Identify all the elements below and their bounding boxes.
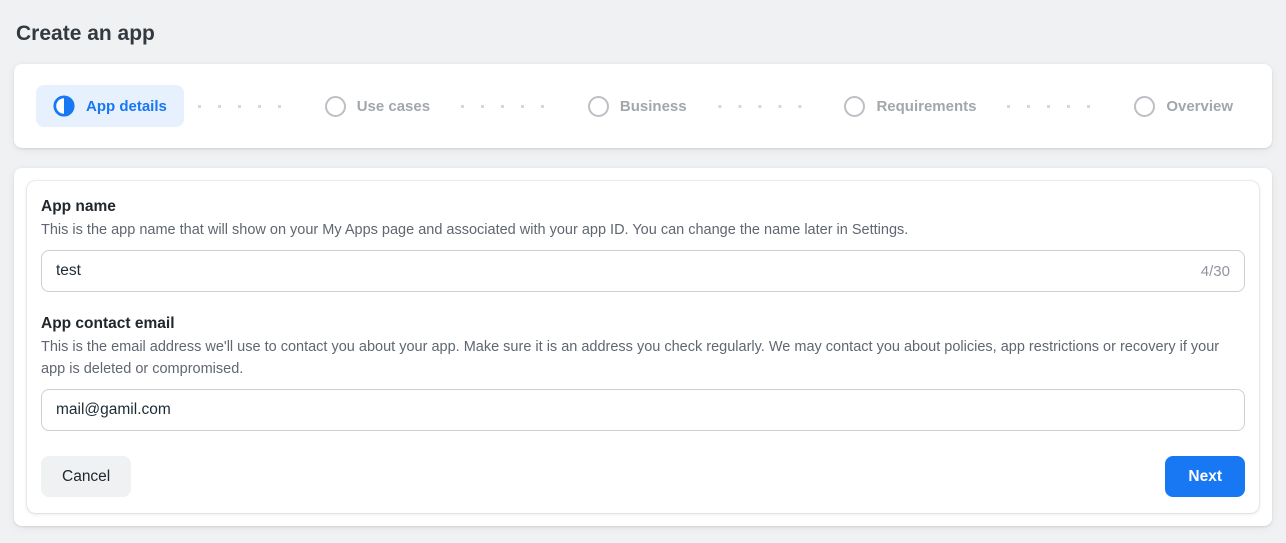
form-footer: Cancel Next	[41, 456, 1245, 497]
create-app-page: Create an app App details Use cases	[0, 0, 1286, 526]
page-title: Create an app	[14, 0, 1272, 64]
step-business[interactable]: Business	[571, 86, 704, 127]
app-name-field-group: App name This is the app name that will …	[41, 198, 1245, 292]
app-name-input-wrap[interactable]: 4/30	[41, 250, 1245, 292]
step-connector	[1007, 105, 1103, 108]
step-requirements-pill[interactable]: Requirements	[827, 86, 993, 127]
step-label: App details	[86, 98, 167, 115]
step-connector	[461, 105, 557, 108]
step-label: Requirements	[876, 98, 976, 115]
app-name-char-counter: 4/30	[1189, 263, 1230, 280]
contact-email-field-group: App contact email This is the email addr…	[41, 315, 1245, 431]
cancel-button[interactable]: Cancel	[41, 456, 131, 497]
step-business-pill[interactable]: Business	[571, 86, 704, 127]
step-use-cases-pill[interactable]: Use cases	[308, 86, 447, 127]
stepper: App details Use cases Business	[36, 85, 1250, 127]
empty-circle-icon	[844, 96, 865, 117]
app-details-form: App name This is the app name that will …	[27, 181, 1259, 513]
step-requirements[interactable]: Requirements	[827, 86, 993, 127]
step-connector	[718, 105, 814, 108]
stepper-card: App details Use cases Business	[14, 64, 1272, 148]
step-label: Overview	[1166, 98, 1233, 115]
contact-email-input-wrap[interactable]	[41, 389, 1245, 431]
step-overview-pill[interactable]: Overview	[1117, 86, 1250, 127]
app-details-card: App name This is the app name that will …	[14, 168, 1272, 526]
step-label: Use cases	[357, 98, 430, 115]
step-label: Business	[620, 98, 687, 115]
contact-email-input[interactable]	[56, 401, 1230, 419]
step-app-details[interactable]: App details	[36, 85, 184, 127]
empty-circle-icon	[1134, 96, 1155, 117]
empty-circle-icon	[588, 96, 609, 117]
app-name-label: App name	[41, 198, 1245, 216]
step-connector	[198, 105, 294, 108]
app-name-input[interactable]	[56, 262, 1189, 280]
contact-email-help-text: This is the email address we'll use to c…	[41, 336, 1241, 380]
app-name-help-text: This is the app name that will show on y…	[41, 219, 1241, 241]
empty-circle-icon	[325, 96, 346, 117]
next-button[interactable]: Next	[1165, 456, 1245, 497]
step-app-details-pill[interactable]: App details	[36, 85, 184, 127]
contact-email-label: App contact email	[41, 315, 1245, 333]
step-overview[interactable]: Overview	[1117, 86, 1250, 127]
step-use-cases[interactable]: Use cases	[308, 86, 447, 127]
half-filled-circle-icon	[53, 95, 75, 117]
